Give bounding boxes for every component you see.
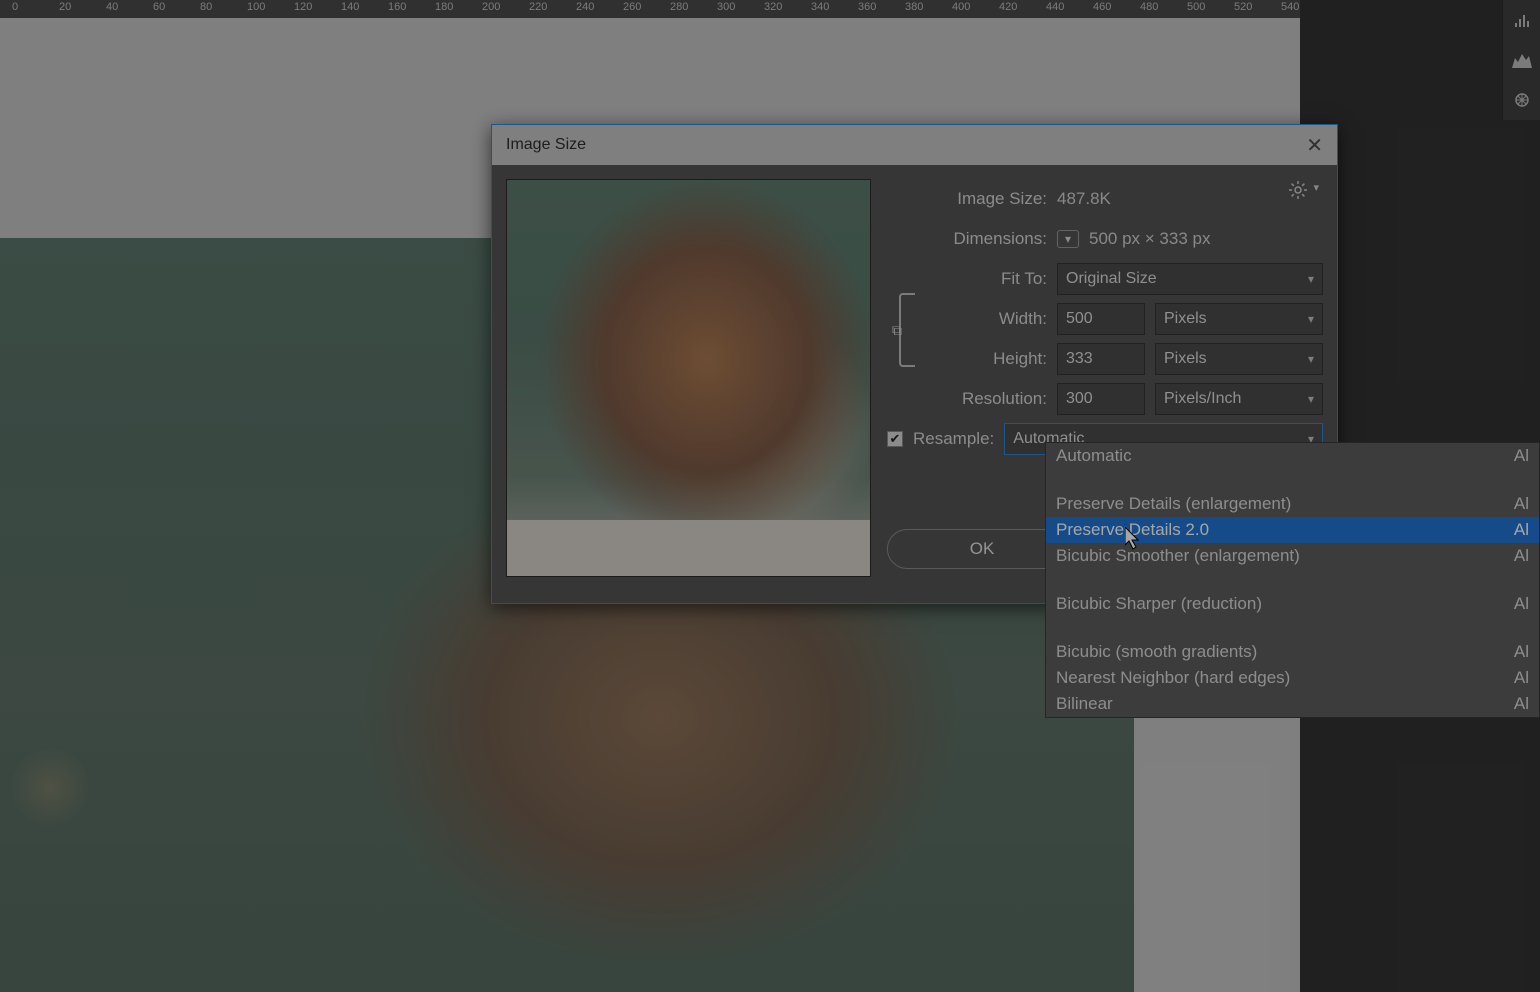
dropdown-option[interactable]: Bicubic Smoother (enlargement) Al <box>1046 543 1539 569</box>
ruler-tick: 420 <box>999 1 1017 13</box>
panel-icon-3[interactable] <box>1503 80 1540 120</box>
dropdown-option[interactable]: Bicubic (smooth gradients) Al <box>1046 639 1539 665</box>
resample-dropdown: AutomaticAlPreserve Details (enlargement… <box>1045 442 1540 718</box>
dimensions-label: Dimensions: <box>915 229 1047 249</box>
height-unit-value: Pixels <box>1164 350 1207 368</box>
dropdown-option-label: Preserve Details (enlargement) <box>1056 493 1291 515</box>
dropdown-option-label: Nearest Neighbor (hard edges) <box>1056 667 1290 689</box>
right-panel-strip <box>1502 0 1540 120</box>
histogram-icon[interactable] <box>1503 40 1540 80</box>
resolution-unit-value: Pixels/Inch <box>1164 390 1241 408</box>
chevron-down-icon: ▾ <box>1308 272 1314 286</box>
resolution-label: Resolution: <box>899 389 1047 409</box>
dropdown-option-shortcut: Al <box>1514 445 1529 467</box>
ruler-tick: 300 <box>717 1 735 13</box>
fit-to-select[interactable]: Original Size ▾ <box>1057 263 1323 295</box>
chevron-down-icon: ▾ <box>1308 312 1314 326</box>
dropdown-option-label: Bicubic Smoother (enlargement) <box>1056 545 1300 567</box>
fit-to-value: Original Size <box>1066 270 1157 288</box>
dropdown-option-shortcut: Al <box>1514 493 1529 515</box>
ruler-tick: 480 <box>1140 1 1158 13</box>
dropdown-option[interactable]: Preserve Details 2.0 Al <box>1046 517 1539 543</box>
horizontal-ruler: 0 20 40 60 80 100 120 140 160 180 200 220 240 260 280 3… <box>0 0 1300 18</box>
ruler-tick: 240 <box>576 1 594 13</box>
image-size-label: Image Size: <box>915 189 1047 209</box>
image-size-value: 487.8K <box>1057 189 1111 209</box>
dialog-titlebar[interactable]: Image Size ✕ <box>492 125 1337 165</box>
dropdown-option-shortcut: Al <box>1514 519 1529 541</box>
ruler-tick: 520 <box>1234 1 1252 13</box>
fit-to-label: Fit To: <box>915 269 1047 289</box>
width-unit-select[interactable]: Pixels ▾ <box>1155 303 1323 335</box>
height-unit-select[interactable]: Pixels ▾ <box>1155 343 1323 375</box>
dropdown-option-label: Bilinear <box>1056 693 1113 715</box>
dialog-title: Image Size <box>506 136 586 154</box>
resolution-input[interactable] <box>1057 383 1145 415</box>
height-input[interactable] <box>1057 343 1145 375</box>
dropdown-option-shortcut: Al <box>1514 545 1529 567</box>
image-preview[interactable] <box>506 179 871 577</box>
ruler-tick: 40 <box>106 1 118 13</box>
ruler-tick: 460 <box>1093 1 1111 13</box>
resolution-unit-select[interactable]: Pixels/Inch ▾ <box>1155 383 1323 415</box>
chevron-down-icon: ▾ <box>1308 392 1314 406</box>
chevron-down-icon[interactable]: ▾ <box>1057 230 1079 248</box>
dropdown-option-shortcut: Al <box>1514 693 1529 715</box>
dropdown-separator <box>1046 469 1539 491</box>
panel-icon-1[interactable] <box>1503 0 1540 40</box>
dropdown-option[interactable]: Preserve Details (enlargement) Al <box>1046 491 1539 517</box>
width-label: Width: <box>915 309 1047 329</box>
ruler-tick: 540 <box>1281 1 1299 13</box>
dropdown-option-shortcut: Al <box>1514 593 1529 615</box>
dropdown-option-label: Automatic <box>1056 445 1132 467</box>
link-chain-icon[interactable]: ⧉ <box>889 319 905 341</box>
ruler-tick: 380 <box>905 1 923 13</box>
ruler-tick: 500 <box>1187 1 1205 13</box>
ruler-tick: 280 <box>670 1 688 13</box>
dropdown-option[interactable]: Nearest Neighbor (hard edges) Al <box>1046 665 1539 691</box>
dropdown-option-label: Bicubic (smooth gradients) <box>1056 641 1257 663</box>
dropdown-option[interactable]: Bilinear Al <box>1046 691 1539 717</box>
dropdown-option-shortcut: Al <box>1514 667 1529 689</box>
gear-icon[interactable]: ▾ <box>1289 181 1319 204</box>
ruler-tick: 60 <box>153 1 165 13</box>
height-label: Height: <box>915 349 1047 369</box>
ok-label: OK <box>970 539 995 559</box>
ruler-tick: 320 <box>764 1 782 13</box>
ruler-tick: 400 <box>952 1 970 13</box>
ruler-tick: 160 <box>388 1 406 13</box>
dropdown-option-label: Bicubic Sharper (reduction) <box>1056 593 1262 615</box>
ruler-tick: 220 <box>529 1 547 13</box>
ruler-tick: 100 <box>247 1 265 13</box>
ruler-tick: 440 <box>1046 1 1064 13</box>
resample-checkbox[interactable]: ✔ <box>887 431 903 447</box>
ruler-tick: 140 <box>341 1 359 13</box>
dropdown-option-shortcut: Al <box>1514 641 1529 663</box>
dropdown-separator <box>1046 617 1539 639</box>
ruler-tick: 20 <box>59 1 71 13</box>
width-input[interactable] <box>1057 303 1145 335</box>
dropdown-option[interactable]: Automatic Al <box>1046 443 1539 469</box>
close-icon[interactable]: ✕ <box>1306 133 1323 158</box>
dimensions-value: 500 px × 333 px <box>1089 229 1210 249</box>
ruler-tick: 80 <box>200 1 212 13</box>
ruler-tick: 180 <box>435 1 453 13</box>
chevron-down-icon: ▾ <box>1308 352 1314 366</box>
width-unit-value: Pixels <box>1164 310 1207 328</box>
ruler-tick: 0 <box>12 1 18 13</box>
resample-label: Resample: <box>913 429 994 449</box>
dropdown-option[interactable]: Bicubic Sharper (reduction) Al <box>1046 591 1539 617</box>
ruler-tick: 260 <box>623 1 641 13</box>
ruler-tick: 200 <box>482 1 500 13</box>
dropdown-separator <box>1046 569 1539 591</box>
ruler-tick: 360 <box>858 1 876 13</box>
dropdown-option-label: Preserve Details 2.0 <box>1056 519 1209 541</box>
ruler-tick: 340 <box>811 1 829 13</box>
ruler-tick: 120 <box>294 1 312 13</box>
